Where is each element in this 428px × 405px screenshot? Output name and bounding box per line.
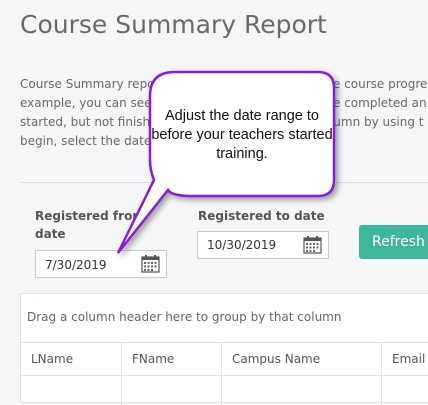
registered-to-label: Registered to date: [198, 209, 325, 223]
table-cell: [222, 375, 382, 405]
registered-to-date-value: 10/30/2019: [207, 238, 277, 252]
refresh-button[interactable]: Refresh: [359, 225, 428, 259]
registered-from-label-line1: Registered from: [35, 209, 145, 223]
description-right-line: e course progre: [333, 77, 428, 91]
registered-from-label: Registered from date: [35, 207, 145, 243]
table-row: [21, 375, 428, 405]
registered-from-date-input[interactable]: 7/30/2019: [35, 250, 167, 278]
page-title: Course Summary Report: [20, 10, 327, 39]
registered-from-label-line2: date: [35, 227, 66, 241]
description-right-line: e completed an: [333, 96, 427, 110]
calendar-icon[interactable]: [141, 255, 160, 273]
results-grid: Drag a column header here to group by th…: [20, 293, 428, 405]
table-cell: [122, 375, 222, 405]
registered-from-date-value: 7/30/2019: [45, 258, 107, 272]
column-header-email[interactable]: Email: [382, 343, 428, 375]
divider: [20, 182, 428, 183]
grid-header: LName FName Campus Name Email: [21, 342, 428, 376]
calendar-icon[interactable]: [303, 236, 322, 254]
group-by-drop-area[interactable]: Drag a column header here to group by th…: [27, 310, 341, 324]
registered-to-date-input[interactable]: 10/30/2019: [197, 231, 329, 259]
description-right-line: column by using t: [316, 115, 424, 129]
column-header-fname[interactable]: FName: [122, 343, 222, 375]
column-header-campus-name[interactable]: Campus Name: [222, 343, 382, 375]
column-header-lname[interactable]: LName: [21, 343, 122, 375]
table-cell: [21, 375, 122, 405]
description-line: begin, select the date: [20, 134, 152, 148]
report-description-right: e course progre e completed an column by…: [316, 75, 428, 132]
